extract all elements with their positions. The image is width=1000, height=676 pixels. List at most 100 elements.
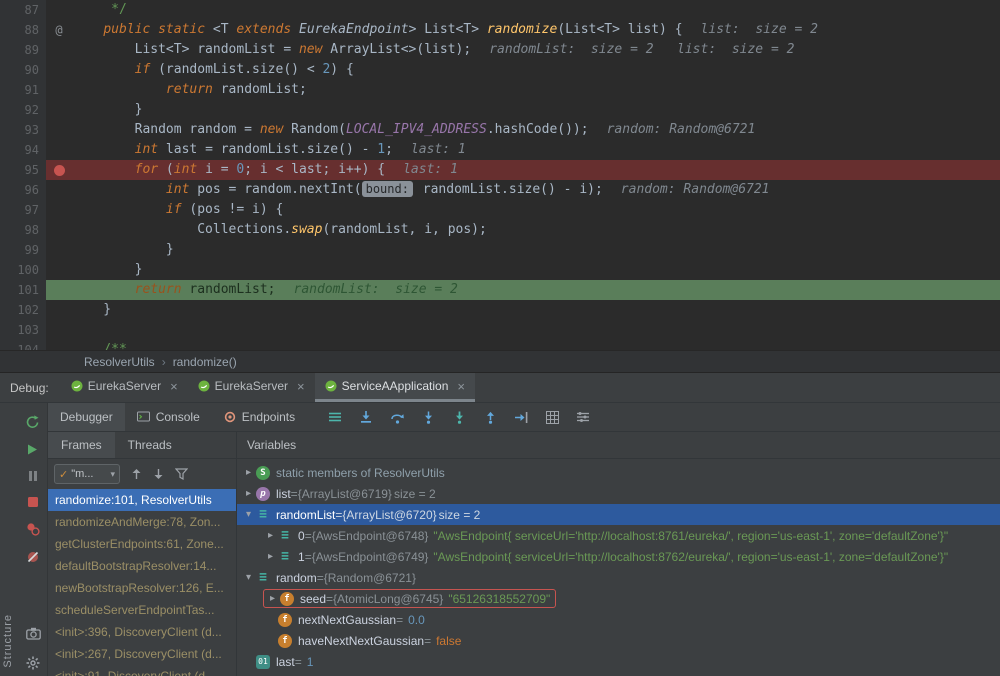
run-tab[interactable]: EurekaServer × bbox=[188, 373, 315, 402]
breadcrumb-method[interactable]: randomize() bbox=[173, 355, 237, 369]
code-line[interactable]: 93 Random random = new Random(LOCAL_IPV4… bbox=[0, 120, 1000, 140]
line-number[interactable]: 98 bbox=[0, 220, 46, 240]
line-number[interactable]: 104 bbox=[0, 340, 46, 350]
line-number[interactable]: 101 bbox=[0, 280, 46, 300]
variable-string-value: "AwsEndpoint{ serviceUrl='http://localho… bbox=[433, 528, 949, 543]
line-number[interactable]: 92 bbox=[0, 100, 46, 120]
hide-frames-filter-icon[interactable] bbox=[175, 468, 188, 480]
code-line[interactable]: 99 } bbox=[0, 240, 1000, 260]
close-icon[interactable]: × bbox=[457, 379, 465, 394]
line-number[interactable]: 91 bbox=[0, 80, 46, 100]
mute-breakpoints-icon[interactable] bbox=[26, 550, 40, 564]
line-number[interactable]: 103 bbox=[0, 320, 46, 340]
line-number[interactable]: 94 bbox=[0, 140, 46, 160]
code-line[interactable]: 98 Collections.swap(randomList, i, pos); bbox=[0, 220, 1000, 240]
gear-icon[interactable] bbox=[26, 656, 40, 670]
code-line[interactable]: 104 /** bbox=[0, 340, 1000, 350]
variable-row[interactable]: ▸ ≡ 0 = {AwsEndpoint@6748} "AwsEndpoint{ se… bbox=[237, 525, 1000, 546]
code-line[interactable]: 100 } bbox=[0, 260, 1000, 280]
camera-icon[interactable] bbox=[25, 627, 41, 640]
variable-row[interactable]: ▾ ≡ random = {Random@6721} bbox=[237, 567, 1000, 588]
close-icon[interactable]: × bbox=[170, 379, 178, 394]
variable-size: size = 2 bbox=[438, 507, 481, 522]
line-number[interactable]: 88 bbox=[0, 20, 46, 40]
run-tab[interactable]: ServiceAApplication × bbox=[314, 373, 475, 402]
frame-list-item[interactable]: defaultBootstrapResolver:14... bbox=[48, 555, 236, 577]
code-line[interactable]: 91 return randomList; bbox=[0, 80, 1000, 100]
frame-list-item[interactable]: scheduleServerEndpointTas... bbox=[48, 599, 236, 621]
frame-list-item[interactable]: randomizeAndMerge:78, Zon... bbox=[48, 511, 236, 533]
tab-frames[interactable]: Frames bbox=[48, 432, 115, 458]
run-tabs: EurekaServer × EurekaServer × ServiceAApplic… bbox=[61, 373, 475, 402]
frame-list-item[interactable]: newBootstrapResolver:126, E... bbox=[48, 577, 236, 599]
chevron-expanded-icon[interactable]: ▾ bbox=[241, 509, 256, 520]
code-line[interactable]: 87 */ bbox=[0, 0, 1000, 20]
code-line[interactable]: 90 if (randomList.size() < 2) { bbox=[0, 60, 1000, 80]
code-line[interactable]: 88 @ public static <T extends EurekaEndpo… bbox=[0, 20, 1000, 40]
close-icon[interactable]: × bbox=[297, 379, 305, 394]
variable-size: size = 2 bbox=[393, 486, 436, 501]
chevron-collapsed-icon[interactable]: ▸ bbox=[265, 593, 280, 604]
resume-icon[interactable] bbox=[26, 443, 39, 456]
frame-list-item[interactable]: getClusterEndpoints:61, Zone... bbox=[48, 533, 236, 555]
next-frame-icon[interactable] bbox=[153, 468, 164, 480]
variable-row[interactable]: ▸ p list = {ArrayList@6719} size = 2 bbox=[237, 483, 1000, 504]
chevron-collapsed-icon[interactable]: ▸ bbox=[263, 551, 278, 562]
code-line[interactable]: 95 for (int i = 0; i < last; i++) {last:… bbox=[0, 160, 1000, 180]
view-breakpoints-icon[interactable] bbox=[26, 522, 40, 536]
variable-row[interactable]: ▾ ≡ randomList = {ArrayList@6720} size = 2 bbox=[237, 504, 1000, 525]
code-line[interactable]: 102 } bbox=[0, 300, 1000, 320]
previous-frame-icon[interactable] bbox=[131, 468, 142, 480]
breadcrumb-class[interactable]: ResolverUtils bbox=[84, 355, 155, 369]
tab-endpoints[interactable]: Endpoints bbox=[212, 403, 307, 431]
line-number[interactable]: 90 bbox=[0, 60, 46, 80]
line-number[interactable]: 89 bbox=[0, 40, 46, 60]
line-number[interactable]: 87 bbox=[0, 0, 46, 20]
pause-icon[interactable] bbox=[27, 470, 39, 482]
code-line[interactable]: 96 int pos = random.nextInt(bound: rando… bbox=[0, 180, 1000, 200]
code-line[interactable]: 97 if (pos != i) { bbox=[0, 200, 1000, 220]
rerun-icon[interactable] bbox=[25, 415, 40, 429]
line-number[interactable]: 100 bbox=[0, 260, 46, 280]
tab-debugger[interactable]: Debugger bbox=[48, 403, 125, 431]
step-over-icon bbox=[390, 411, 405, 424]
code-line[interactable]: 89 List<T> randomList = new ArrayList<>(… bbox=[0, 40, 1000, 60]
variable-row[interactable]: f nextNextGaussian = 0.0 bbox=[237, 609, 1000, 630]
structure-stripe-button[interactable]: Structure bbox=[2, 614, 14, 668]
run-tab[interactable]: EurekaServer × bbox=[61, 373, 188, 402]
line-number[interactable]: 99 bbox=[0, 240, 46, 260]
chevron-expanded-icon[interactable]: ▾ bbox=[241, 572, 256, 583]
chevron-collapsed-icon[interactable]: ▸ bbox=[241, 488, 256, 499]
annotation-gutter-icon[interactable]: @ bbox=[46, 20, 72, 40]
frame-list-item[interactable]: <init>:267, DiscoveryClient (d... bbox=[48, 643, 236, 665]
value-icon: ≡ bbox=[259, 570, 267, 585]
code-line[interactable]: 92 } bbox=[0, 100, 1000, 120]
variable-row[interactable]: ▸ f seed = {AtomicLong@6745} "6512631855270… bbox=[237, 588, 1000, 609]
frame-list-item[interactable]: <init>:396, DiscoveryClient (d... bbox=[48, 621, 236, 643]
thread-selector-combo[interactable]: ✓ "m... ▾ bbox=[54, 464, 120, 484]
frame-list-item[interactable]: randomize:101, ResolverUtils bbox=[48, 489, 236, 511]
breakpoint-icon[interactable] bbox=[46, 164, 72, 176]
variable-row[interactable]: ▸ ≡ 1 = {AwsEndpoint@6749} "AwsEndpoint{ se… bbox=[237, 546, 1000, 567]
code-editor[interactable]: 87 */88 @ public static <T extends Eureka… bbox=[0, 0, 1000, 350]
stop-icon[interactable] bbox=[27, 496, 39, 508]
variable-row[interactable]: f haveNextNextGaussian = false bbox=[237, 630, 1000, 651]
force-step-into-icon bbox=[453, 411, 466, 424]
inline-debug-hint: random: Random@6721 bbox=[606, 122, 756, 137]
line-number[interactable]: 96 bbox=[0, 180, 46, 200]
frame-list-item[interactable]: <init>:91, DiscoveryClient (d... bbox=[48, 665, 236, 676]
line-number[interactable]: 102 bbox=[0, 300, 46, 320]
code-line[interactable]: 101 return randomList; randomList: size =… bbox=[0, 280, 1000, 300]
chevron-collapsed-icon[interactable]: ▸ bbox=[263, 530, 278, 541]
line-number[interactable]: 97 bbox=[0, 200, 46, 220]
line-number[interactable]: 93 bbox=[0, 120, 46, 140]
tab-threads[interactable]: Threads bbox=[115, 432, 185, 458]
variable-row[interactable]: 01 last = 1 bbox=[237, 651, 1000, 672]
chevron-collapsed-icon[interactable]: ▸ bbox=[241, 467, 256, 478]
line-number[interactable]: 95 bbox=[0, 160, 46, 180]
code-line[interactable]: 103 bbox=[0, 320, 1000, 340]
variables-pane: ▸ Sstatic members of ResolverUtils ▸ p list … bbox=[237, 459, 1000, 676]
code-line[interactable]: 94 int last = randomList.size() - 1; last… bbox=[0, 140, 1000, 160]
variable-row[interactable]: ▸ Sstatic members of ResolverUtils bbox=[237, 462, 1000, 483]
tab-console[interactable]: Console bbox=[125, 403, 212, 431]
